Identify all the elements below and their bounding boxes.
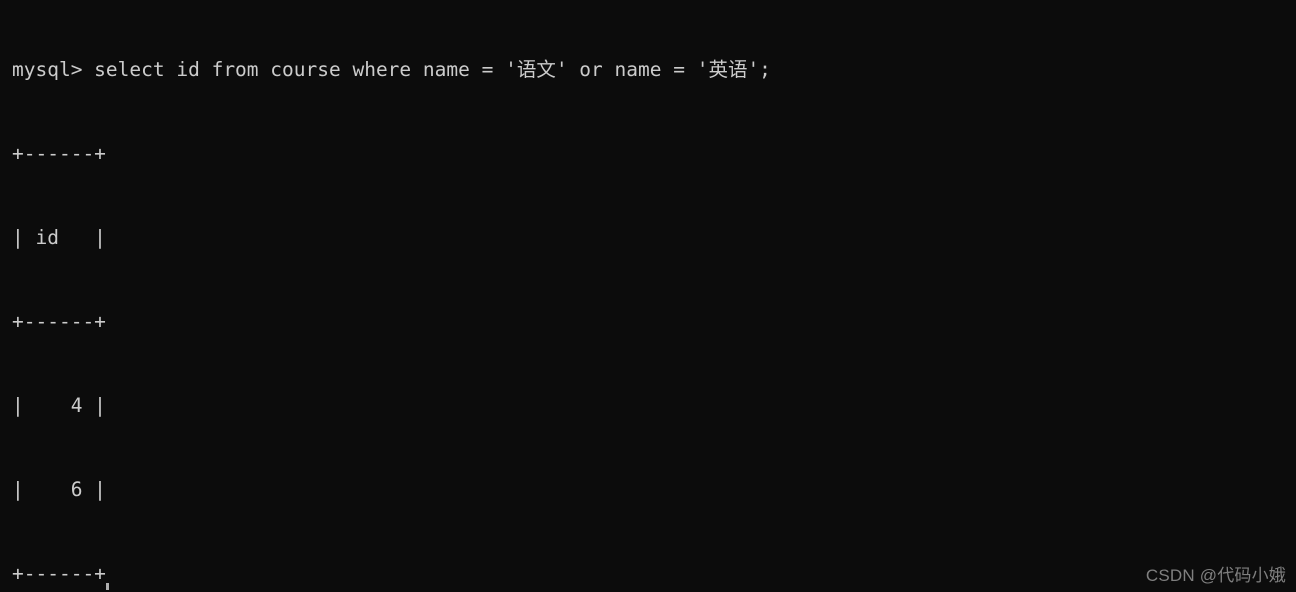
- terminal-line-7: +------+: [12, 562, 106, 585]
- terminal-window[interactable]: mysql> select id from course where name …: [0, 0, 1296, 592]
- watermark-label: CSDN @代码小娥: [1145, 566, 1286, 585]
- terminal-line-4: +------+: [12, 310, 106, 333]
- terminal-output: mysql> select id from course where name …: [12, 0, 775, 592]
- terminal-line-6: | 6 |: [12, 478, 106, 501]
- terminal-line-1: mysql> select id from course where name …: [12, 58, 771, 81]
- text-cursor: [106, 583, 109, 590]
- terminal-line-2: +------+: [12, 142, 106, 165]
- terminal-line-3: | id |: [12, 226, 106, 249]
- terminal-line-5: | 4 |: [12, 394, 106, 417]
